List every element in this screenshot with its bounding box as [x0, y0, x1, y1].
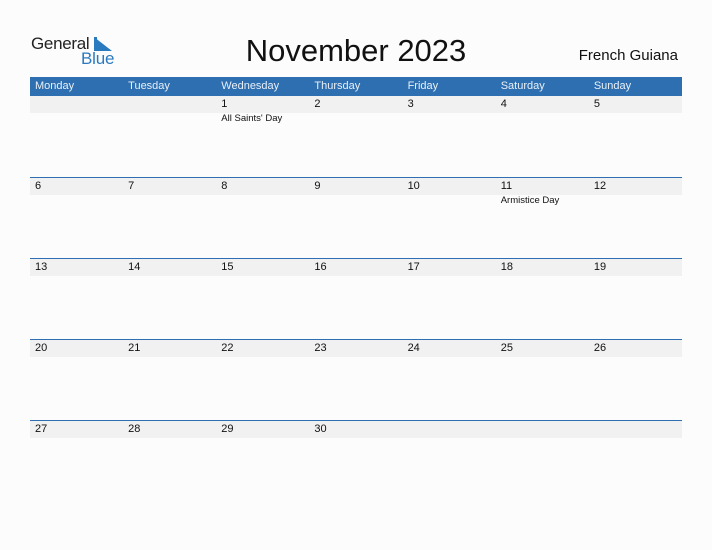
day-cell: 23	[309, 340, 402, 357]
day-cell	[30, 96, 123, 125]
weekday-header: Monday Tuesday Wednesday Thursday Friday…	[30, 77, 682, 96]
day-number: 23	[314, 342, 327, 354]
day-number: 22	[221, 342, 234, 354]
day-number: 26	[593, 342, 607, 354]
day-number: 7	[128, 180, 135, 192]
day-number: 29	[221, 423, 234, 435]
week-days: 27 28 29 30	[30, 421, 682, 438]
day-number	[408, 421, 496, 438]
day-cell: 24	[403, 340, 496, 357]
day-cell	[496, 421, 589, 438]
day-cell: 8	[216, 178, 309, 207]
country-label: French Guiana	[578, 47, 678, 64]
week-row: 1 All Saints' Day 2 3 4 5	[30, 96, 682, 177]
day-number: 8	[221, 180, 228, 192]
day-number: 11	[500, 180, 513, 192]
holiday-label: All Saints' Day	[221, 113, 283, 124]
day-cell: 1 All Saints' Day	[216, 96, 309, 125]
week-days: 6 7 8 9 10 11 Armistice Day 12	[30, 178, 682, 207]
day-number: 6	[35, 180, 42, 192]
weekday-tuesday: Tuesday	[128, 80, 170, 92]
day-cell: 6	[30, 178, 123, 207]
week-days: 1 All Saints' Day 2 3 4 5	[30, 96, 682, 125]
weekday-saturday: Saturday	[500, 80, 545, 92]
day-cell: 12	[589, 178, 682, 207]
calendar-grid: Monday Tuesday Wednesday Thursday Friday…	[30, 77, 682, 501]
day-number: 24	[407, 342, 420, 354]
day-cell: 9	[309, 178, 402, 207]
weeks-container: 1 All Saints' Day 2 3 4 5 6 7 8 9 10 11 Armistice Da…	[30, 96, 682, 501]
day-cell: 2	[309, 96, 402, 125]
day-number	[594, 421, 682, 438]
day-cell: 30	[309, 421, 402, 438]
day-number: 9	[314, 180, 321, 192]
day-number	[501, 421, 589, 438]
week-days: 13 14 15 16 17 18 19	[30, 259, 682, 276]
holiday-label: Armistice Day	[500, 195, 560, 206]
day-number: 21	[128, 342, 141, 354]
day-cell: 18	[496, 259, 589, 276]
day-cell: 13	[30, 259, 123, 276]
day-number: 4	[500, 98, 507, 110]
day-cell: 25	[496, 340, 589, 357]
day-cell: 21	[123, 340, 216, 357]
day-number: 25	[500, 342, 513, 354]
week-row: 13 14 15 16 17 18 19	[30, 258, 682, 339]
day-cell: 3	[403, 96, 496, 125]
day-number: 3	[407, 98, 414, 110]
weekday-wednesday: Wednesday	[221, 80, 280, 92]
day-cell: 15	[216, 259, 309, 276]
day-number: 16	[314, 261, 327, 273]
day-cell: 19	[589, 259, 682, 276]
day-cell	[589, 421, 682, 438]
day-number: 2	[314, 98, 321, 110]
day-cell: 11 Armistice Day	[496, 178, 589, 207]
day-number: 17	[407, 261, 420, 273]
day-number: 5	[593, 98, 600, 110]
day-number: 10	[407, 180, 420, 192]
day-number: 28	[128, 423, 141, 435]
day-number: 19	[593, 261, 607, 273]
weekday-monday: Monday	[35, 80, 75, 92]
day-number	[35, 96, 123, 113]
day-cell	[123, 96, 216, 125]
day-cell: 20	[30, 340, 123, 357]
day-number: 18	[500, 261, 513, 273]
day-cell: 27	[30, 421, 123, 438]
day-cell: 5	[589, 96, 682, 125]
week-row: 6 7 8 9 10 11 Armistice Day 12	[30, 177, 682, 258]
day-number	[128, 96, 216, 113]
day-number: 20	[35, 342, 48, 354]
day-cell: 22	[216, 340, 309, 357]
weekday-sunday: Sunday	[593, 80, 632, 92]
day-cell: 7	[123, 178, 216, 207]
week-row: 27 28 29 30	[30, 420, 682, 501]
day-cell: 16	[309, 259, 402, 276]
day-cell: 14	[123, 259, 216, 276]
weekday-thursday: Thursday	[314, 80, 361, 92]
week-days: 20 21 22 23 24 25 26	[30, 340, 682, 357]
day-cell: 17	[403, 259, 496, 276]
day-cell: 26	[589, 340, 682, 357]
weekday-friday: Friday	[407, 80, 439, 92]
day-cell: 28	[123, 421, 216, 438]
day-number: 27	[35, 423, 48, 435]
day-number: 14	[128, 261, 141, 273]
week-row: 20 21 22 23 24 25 26	[30, 339, 682, 420]
day-number: 1	[221, 98, 228, 110]
day-number: 30	[314, 423, 327, 435]
day-number: 15	[221, 261, 234, 273]
day-number: 13	[35, 261, 48, 273]
day-cell: 10	[403, 178, 496, 207]
day-cell	[403, 421, 496, 438]
day-number: 12	[593, 180, 607, 192]
day-cell: 4	[496, 96, 589, 125]
day-cell: 29	[216, 421, 309, 438]
